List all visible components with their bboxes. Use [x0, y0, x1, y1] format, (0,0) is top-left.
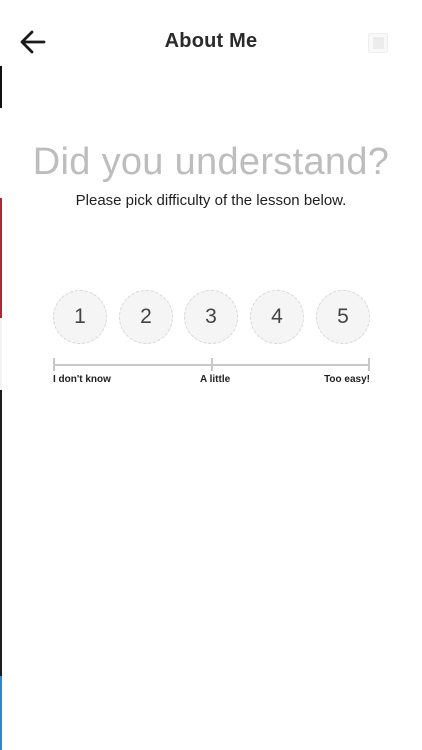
book-icon[interactable]: [368, 33, 388, 53]
question-headline: Did you understand?: [32, 141, 390, 183]
rating-option-1[interactable]: 1: [53, 290, 107, 344]
edge-segment: [0, 198, 2, 318]
edge-segment: [0, 318, 2, 390]
question-instructions: Please pick difficulty of the lesson bel…: [75, 192, 347, 209]
screen: About Me Did you understand? Please pick…: [0, 0, 422, 750]
difficulty-scale: I don't know A little Too easy!: [53, 358, 370, 388]
page-title: About Me: [164, 30, 258, 52]
rating-option-2[interactable]: 2: [119, 290, 173, 344]
book-icon-inner: [373, 37, 384, 49]
header-bar: About Me: [0, 0, 422, 84]
scale-label-high: Too easy!: [324, 374, 370, 385]
scale-label-low: I don't know: [53, 374, 111, 385]
rating-option-5[interactable]: 5: [316, 290, 370, 344]
rating-option-4[interactable]: 4: [250, 290, 304, 344]
rating-option-3[interactable]: 3: [184, 290, 238, 344]
scale-tick: [368, 358, 370, 371]
difficulty-rating: 1 2 3 4 5: [53, 290, 370, 344]
edge-segment: [0, 676, 2, 750]
scale-label-mid: A little: [200, 374, 231, 385]
scale-tick: [53, 358, 55, 371]
scale-tick: [211, 358, 213, 371]
